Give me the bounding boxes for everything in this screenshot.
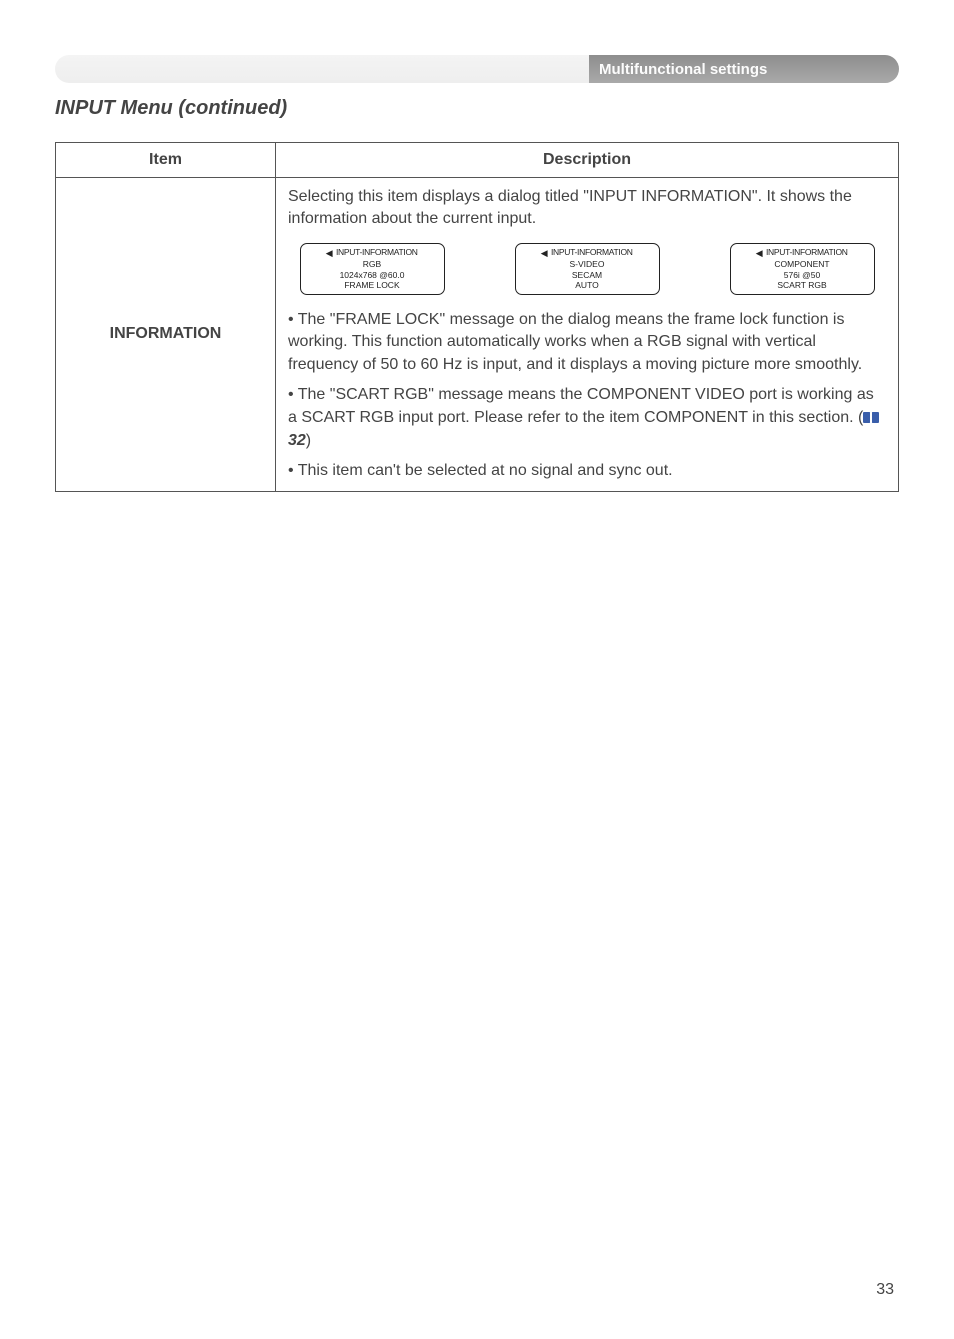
tab-bar-title: Multifunctional settings xyxy=(589,55,899,83)
dialog-title: INPUT-INFORMATION xyxy=(766,247,848,259)
dialog-line: SECAM xyxy=(520,270,655,280)
tab-title-text: Multifunctional settings xyxy=(599,61,767,78)
dialog-line: RGB xyxy=(305,259,440,269)
dialog-component: ▶ INPUT-INFORMATION COMPONENT 576i @50 S… xyxy=(730,243,875,295)
chevron-left-icon: ▶ xyxy=(756,247,763,260)
desc-intro: Selecting this item displays a dialog ti… xyxy=(288,186,886,231)
header-tab-bar: Multifunctional settings xyxy=(55,55,899,83)
dialog-rgb: ▶ INPUT-INFORMATION RGB 1024x768 @60.0 F… xyxy=(300,243,445,295)
page-number: 33 xyxy=(876,1281,894,1299)
bullet2-post: ) xyxy=(306,432,311,449)
chevron-left-icon: ▶ xyxy=(541,247,548,260)
tab-bar-left-decor xyxy=(55,55,589,83)
input-info-dialogs: ▶ INPUT-INFORMATION RGB 1024x768 @60.0 F… xyxy=(288,243,886,295)
dialog-line: 576i @50 xyxy=(735,270,870,280)
desc-bullet-frame-lock: • The "FRAME LOCK" message on the dialog… xyxy=(288,309,886,376)
dialog-line: AUTO xyxy=(520,280,655,290)
col-header-description: Description xyxy=(276,143,899,178)
row-item-name: INFORMATION xyxy=(56,178,276,492)
dialog-title: INPUT-INFORMATION xyxy=(336,247,418,259)
section-title: INPUT Menu (continued) xyxy=(55,97,899,120)
row-description-cell: Selecting this item displays a dialog ti… xyxy=(276,178,899,492)
dialog-line: FRAME LOCK xyxy=(305,280,440,290)
book-icon xyxy=(863,408,879,430)
bullet2-pre: • The "SCART RGB" message means the COMP… xyxy=(288,386,874,425)
description-table: Item Description INFORMATION Selecting t… xyxy=(55,142,899,492)
dialog-line: COMPONENT xyxy=(735,259,870,269)
dialog-line: 1024x768 @60.0 xyxy=(305,270,440,280)
desc-bullet-no-signal: • This item can't be selected at no sign… xyxy=(288,460,886,482)
dialog-title: INPUT-INFORMATION xyxy=(551,247,633,259)
col-header-item: Item xyxy=(56,143,276,178)
page-reference-number: 32 xyxy=(288,432,306,449)
desc-bullet-scart-rgb: • The "SCART RGB" message means the COMP… xyxy=(288,384,886,452)
dialog-svideo: ▶ INPUT-INFORMATION S-VIDEO SECAM AUTO xyxy=(515,243,660,295)
section-title-text: INPUT Menu (continued) xyxy=(55,97,287,119)
dialog-line: SCART RGB xyxy=(735,280,870,290)
chevron-left-icon: ▶ xyxy=(326,247,333,260)
dialog-line: S-VIDEO xyxy=(520,259,655,269)
